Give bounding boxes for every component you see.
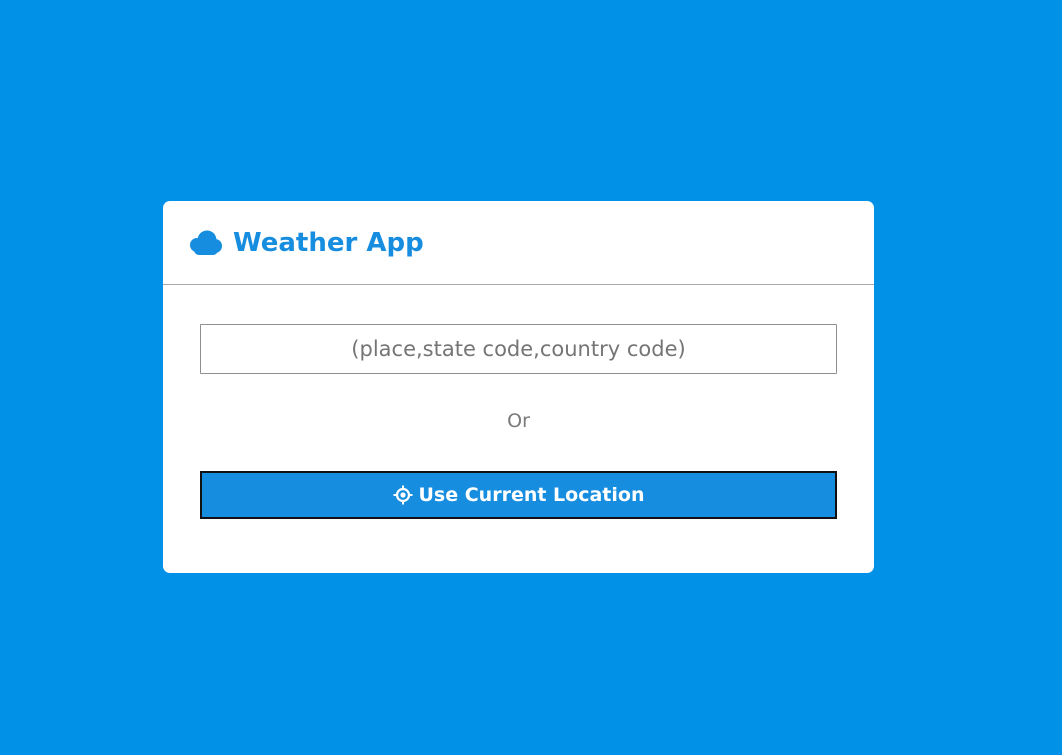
app-title-group: Weather App <box>188 225 424 261</box>
or-divider-label: Or <box>507 410 530 432</box>
cloud-icon <box>188 230 223 256</box>
use-current-location-button[interactable]: Use Current Location <box>200 471 837 519</box>
card-header: Weather App <box>163 201 874 285</box>
crosshair-icon <box>393 485 413 505</box>
app-page: Weather App Or Use Current Location <box>0 0 1062 755</box>
weather-card: Weather App Or Use Current Location <box>163 201 874 573</box>
location-search-input[interactable] <box>200 324 837 374</box>
use-current-location-label: Use Current Location <box>418 484 645 506</box>
app-title: Weather App <box>233 228 424 258</box>
